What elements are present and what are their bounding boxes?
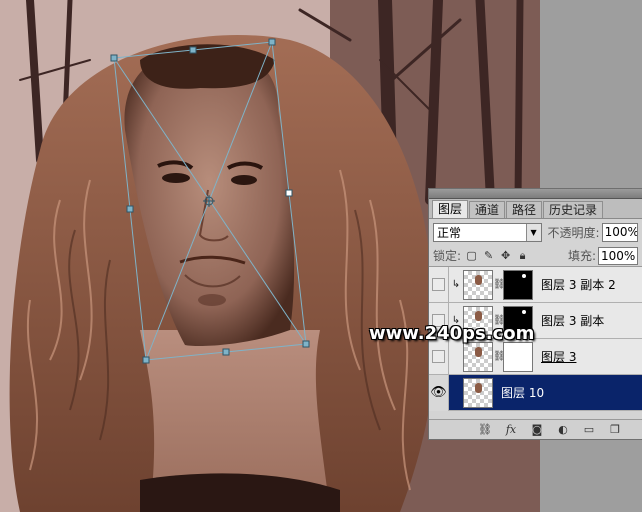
layer-name: 图层 3 副本 2 — [541, 278, 616, 292]
fx-icon[interactable]: fx — [503, 423, 519, 437]
transform-handle[interactable] — [126, 205, 134, 213]
transform-handle[interactable] — [189, 46, 197, 54]
chain-link-icon[interactable]: ⛓ — [493, 279, 506, 290]
layer-mask-thumbnail[interactable] — [503, 269, 533, 300]
clip-arrow-icon: ↳ — [451, 279, 461, 290]
blend-mode-select[interactable]: 正常 ▼ — [433, 222, 542, 242]
new-group-icon[interactable]: ▭ — [581, 423, 597, 437]
lock-all-icon[interactable]: 🔒︎ — [516, 249, 529, 262]
lock-label: 锁定: — [433, 249, 462, 263]
chain-link-icon[interactable]: ⛓ — [493, 351, 506, 362]
layer-mask-thumbnail[interactable] — [503, 341, 533, 372]
layer-row[interactable]: ⛓ 图层 3 — [429, 338, 642, 375]
hidden-eye-icon — [432, 350, 445, 363]
lock-transparency-icon[interactable]: ▢ — [465, 249, 478, 262]
panel-title-bar[interactable] — [429, 189, 642, 199]
layer-thumbnail[interactable] — [463, 377, 493, 408]
link-icon[interactable]: ⛓ — [477, 423, 493, 437]
blend-mode-value: 正常 — [437, 225, 462, 240]
transform-handle[interactable] — [285, 189, 293, 197]
panel-tabs: 图层 通道 路径 历史记录 — [429, 199, 642, 219]
panel-bottom-bar: ⛓ fx ◙ ◐ ▭ ❐ — [429, 419, 642, 439]
layer-thumbnail[interactable] — [463, 269, 493, 300]
chevron-down-icon[interactable]: ▼ — [525, 223, 541, 241]
visibility-toggle[interactable]: 👁︎ — [429, 374, 449, 411]
smart-object-thumbnail[interactable] — [463, 341, 493, 372]
new-layer-icon[interactable]: ❐ — [607, 423, 623, 437]
fill-input[interactable]: 100% — [598, 246, 638, 265]
layer-name: 图层 3 副本 — [541, 314, 605, 328]
layer-name: 图层 3 — [541, 350, 577, 364]
layer-row-selected[interactable]: 👁︎ 图层 10 — [429, 374, 642, 411]
transform-handle[interactable] — [222, 348, 230, 356]
tab-paths[interactable]: 路径 — [506, 201, 543, 218]
lock-position-icon[interactable]: ✥ — [499, 249, 512, 262]
visibility-toggle[interactable] — [429, 266, 449, 303]
layers-panel: 图层 通道 路径 历史记录 正常 ▼ 不透明度: 100% 锁定: ▢ ✎ ✥ … — [428, 188, 642, 440]
adjustment-icon[interactable]: ◐ — [555, 423, 571, 437]
tab-layers[interactable]: 图层 — [432, 200, 469, 218]
hidden-eye-icon — [432, 278, 445, 291]
layer-row[interactable]: ↳ ⛓ 图层 3 副本 2 — [429, 266, 642, 303]
blend-row: 正常 ▼ 不透明度: 100% — [429, 219, 642, 245]
transform-handle[interactable] — [110, 54, 118, 62]
watermark: www.240ps.com — [369, 323, 535, 344]
opacity-input[interactable]: 100% — [601, 222, 638, 242]
opacity-label: 不透明度: — [547, 225, 600, 240]
lock-row: 锁定: ▢ ✎ ✥ 🔒︎ 填充: 100% — [429, 245, 642, 267]
lock-pixels-icon[interactable]: ✎ — [482, 249, 495, 262]
layer-name: 图层 10 — [501, 386, 545, 400]
transform-handle[interactable] — [142, 356, 150, 364]
tab-channels[interactable]: 通道 — [469, 201, 506, 218]
tab-history[interactable]: 历史记录 — [543, 201, 604, 218]
add-mask-icon[interactable]: ◙ — [529, 423, 545, 437]
eye-icon: 👁︎ — [430, 385, 447, 400]
transform-handle[interactable] — [302, 340, 310, 348]
transform-handle[interactable] — [268, 38, 276, 46]
fill-label: 填充: — [567, 249, 596, 263]
